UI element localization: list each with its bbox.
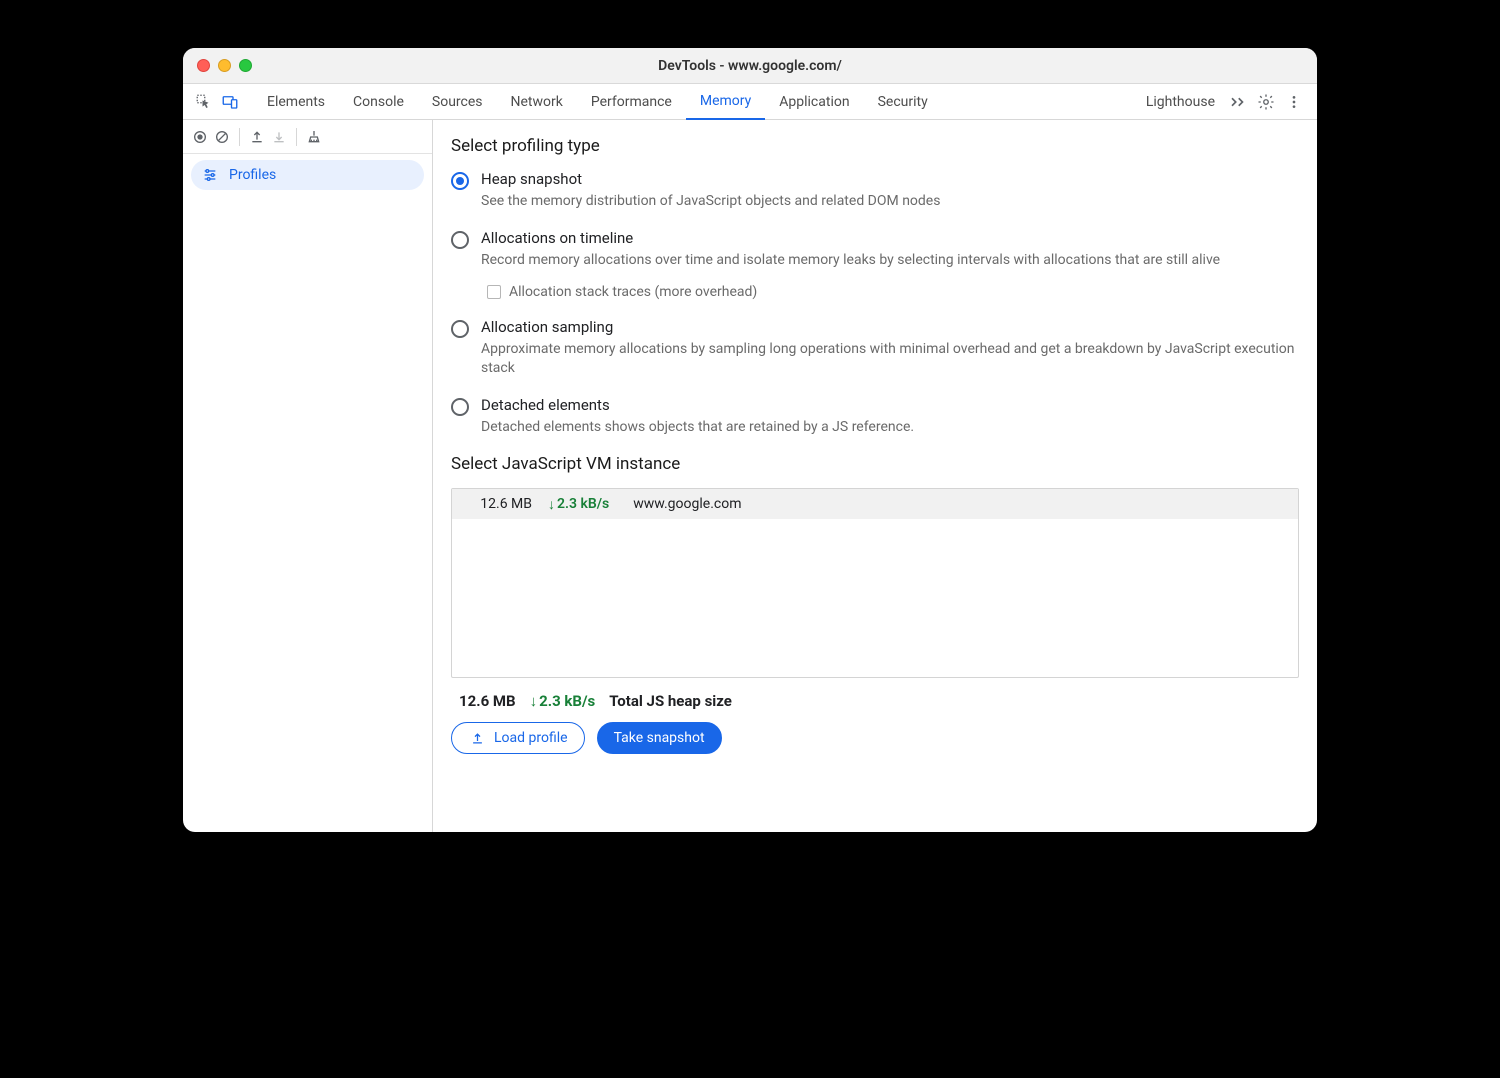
device-toolbar-icon[interactable] bbox=[221, 93, 239, 111]
radio-detached-elements[interactable] bbox=[451, 398, 469, 416]
devtools-window: DevTools - www.google.com/ Elements Cons… bbox=[183, 48, 1317, 832]
checkbox-allocation-stack-traces-label: Allocation stack traces (more overhead) bbox=[509, 284, 757, 300]
tab-memory[interactable]: Memory bbox=[686, 84, 765, 120]
vm-instance-row[interactable]: 12.6 MB ↓ 2.3 kB/s www.google.com bbox=[452, 489, 1298, 519]
take-snapshot-button[interactable]: Take snapshot bbox=[597, 722, 722, 754]
checkbox-allocation-stack-traces[interactable] bbox=[487, 285, 501, 299]
radio-allocation-sampling-title: Allocation sampling bbox=[481, 318, 1299, 336]
tab-lighthouse[interactable]: Lighthouse bbox=[1132, 84, 1229, 120]
sidebar-item-profiles[interactable]: Profiles bbox=[191, 160, 424, 190]
devtools-tabs: Elements Console Sources Network Perform… bbox=[253, 84, 1229, 120]
gc-broom-icon[interactable] bbox=[305, 128, 323, 146]
kebab-menu-icon[interactable] bbox=[1285, 93, 1303, 111]
upload-icon bbox=[468, 729, 486, 747]
main-panel: Select profiling type Heap snapshot See … bbox=[433, 120, 1317, 832]
vm-row-rate: ↓ 2.3 kB/s bbox=[548, 496, 609, 513]
more-tabs-icon[interactable] bbox=[1229, 93, 1247, 111]
upload-icon[interactable] bbox=[248, 128, 266, 146]
radio-allocation-sampling-desc: Approximate memory allocations by sampli… bbox=[481, 340, 1299, 378]
sliders-icon bbox=[201, 166, 219, 184]
profiling-heading: Select profiling type bbox=[451, 136, 1299, 156]
load-profile-button[interactable]: Load profile bbox=[451, 722, 585, 754]
heap-summary-label: Total JS heap size bbox=[609, 692, 732, 710]
vm-instance-list: 12.6 MB ↓ 2.3 kB/s www.google.com bbox=[451, 488, 1299, 678]
clear-icon[interactable] bbox=[213, 128, 231, 146]
tab-console[interactable]: Console bbox=[339, 84, 418, 120]
radio-allocations-timeline[interactable] bbox=[451, 231, 469, 249]
heap-summary-size: 12.6 MB bbox=[459, 692, 516, 710]
take-snapshot-label: Take snapshot bbox=[614, 730, 705, 746]
radio-heap-snapshot-title: Heap snapshot bbox=[481, 170, 940, 188]
heap-summary: 12.6 MB ↓ 2.3 kB/s Total JS heap size bbox=[459, 692, 1299, 710]
radio-detached-elements-desc: Detached elements shows objects that are… bbox=[481, 418, 914, 437]
vm-heading: Select JavaScript VM instance bbox=[451, 454, 1299, 474]
window-title: DevTools - www.google.com/ bbox=[183, 58, 1317, 74]
radio-allocation-sampling[interactable] bbox=[451, 320, 469, 338]
radio-allocations-timeline-title: Allocations on timeline bbox=[481, 229, 1299, 247]
tab-security[interactable]: Security bbox=[864, 84, 942, 120]
vm-row-size: 12.6 MB bbox=[462, 496, 532, 512]
vm-row-host: www.google.com bbox=[633, 496, 741, 512]
tab-network[interactable]: Network bbox=[497, 84, 577, 120]
radio-detached-elements-title: Detached elements bbox=[481, 396, 914, 414]
radio-heap-snapshot-desc: See the memory distribution of JavaScrip… bbox=[481, 192, 940, 211]
tab-sources[interactable]: Sources bbox=[418, 84, 497, 120]
download-icon[interactable] bbox=[270, 128, 288, 146]
radio-heap-snapshot[interactable] bbox=[451, 172, 469, 190]
arrow-down-icon: ↓ bbox=[530, 692, 538, 710]
sidebar-toolbar bbox=[183, 120, 432, 154]
tab-elements[interactable]: Elements bbox=[253, 84, 339, 120]
record-icon[interactable] bbox=[191, 128, 209, 146]
radio-allocations-timeline-desc: Record memory allocations over time and … bbox=[481, 251, 1299, 270]
content: Profiles Select profiling type Heap snap… bbox=[183, 120, 1317, 832]
load-profile-label: Load profile bbox=[494, 730, 568, 746]
tab-performance[interactable]: Performance bbox=[577, 84, 686, 120]
devtools-tabbar: Elements Console Sources Network Perform… bbox=[183, 84, 1317, 120]
tab-application[interactable]: Application bbox=[765, 84, 863, 120]
sidebar: Profiles bbox=[183, 120, 433, 832]
heap-summary-rate: ↓ 2.3 kB/s bbox=[530, 692, 596, 710]
inspect-element-icon[interactable] bbox=[195, 93, 213, 111]
settings-gear-icon[interactable] bbox=[1257, 93, 1275, 111]
arrow-down-icon: ↓ bbox=[548, 496, 555, 513]
titlebar: DevTools - www.google.com/ bbox=[183, 48, 1317, 84]
sidebar-item-label: Profiles bbox=[229, 167, 276, 183]
